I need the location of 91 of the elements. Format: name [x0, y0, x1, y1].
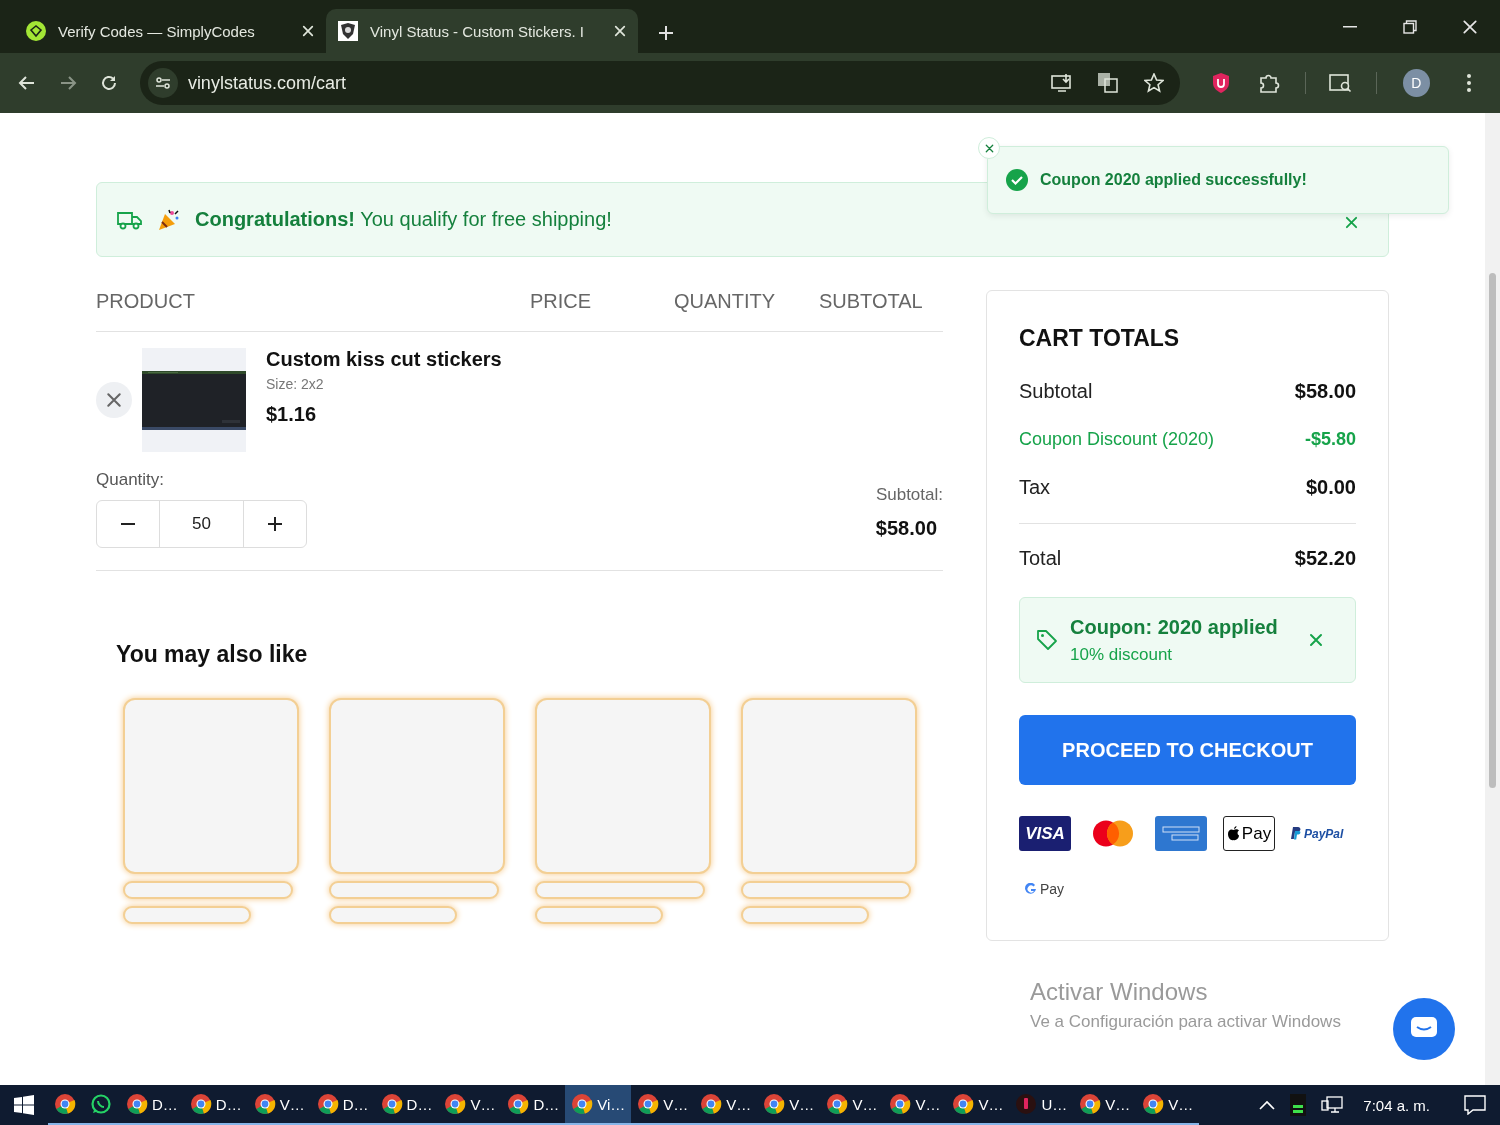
taskbar-app[interactable]: D… [183, 1085, 248, 1125]
taskbar-app[interactable]: V… [438, 1085, 502, 1125]
chrome-icon [571, 1093, 594, 1115]
chrome-icon [1142, 1093, 1165, 1115]
column-header: PRICE [530, 290, 593, 314]
quantity-stepper[interactable]: 50 [96, 500, 307, 548]
product-name: Custom kiss cut stickers [266, 348, 502, 371]
battery-icon[interactable] [1289, 1093, 1308, 1117]
remove-coupon-icon[interactable] [1309, 633, 1323, 648]
column-header: QUANTITY [674, 290, 777, 314]
taskbar-app[interactable]: D… [120, 1085, 184, 1125]
column-header: SUBTOTAL [819, 290, 924, 314]
chrome-icon [889, 1093, 912, 1115]
taskbar-app[interactable]: V… [631, 1085, 695, 1125]
chrome-icon [637, 1093, 660, 1115]
taskbar-app[interactable]: V… [1136, 1085, 1200, 1125]
plus-icon [268, 517, 282, 531]
column-header: PRODUCT [96, 290, 196, 314]
taskbar-app[interactable]: V… [946, 1085, 1010, 1125]
whatsapp-icon [90, 1093, 112, 1115]
scrollbar[interactable] [1485, 113, 1500, 1085]
taskbar-app[interactable]: D… [310, 1085, 375, 1125]
browser-tab[interactable]: Vinyl Status - Custom Stickers. I [326, 9, 638, 53]
chrome-icon [444, 1093, 467, 1115]
remove-button[interactable] [96, 382, 132, 418]
chrome-icon [700, 1093, 723, 1115]
taskbar-app[interactable]: V… [247, 1085, 311, 1125]
chrome-icon [1079, 1093, 1102, 1115]
new-tab-icon[interactable] [658, 25, 674, 41]
total-label: Tax [1019, 475, 1051, 499]
toast-message: Coupon 2020 applied successfully! [1040, 171, 1307, 189]
total-value: $52.20 [1294, 547, 1356, 571]
chevron-up-icon[interactable] [1259, 1100, 1276, 1110]
checkout-button[interactable]: PROCEED TO CHECKOUT [1019, 715, 1356, 785]
tab-title: Vinyl Status - Custom Stickers. I [370, 22, 585, 40]
chrome-icon [380, 1093, 403, 1115]
chrome-icon [826, 1093, 849, 1115]
taskbar-app[interactable]: V… [694, 1085, 758, 1125]
paypal-logo: PayPal [1291, 816, 1347, 851]
subtotal-value: $58.00 [875, 517, 938, 540]
chrome-icon [189, 1093, 212, 1115]
minus-icon [121, 523, 135, 525]
chrome-icon [316, 1093, 339, 1115]
total-value: $58.00 [1294, 380, 1356, 404]
chrome-icon [507, 1093, 530, 1115]
total-value: $0.00 [1305, 475, 1356, 499]
network-icon[interactable] [1321, 1095, 1344, 1115]
site-settings-icon[interactable] [147, 68, 178, 98]
notice-detail: Ve a Configuración para activar Windows [1030, 1012, 1341, 1032]
subtotal-label: Subtotal: [875, 485, 943, 505]
banner-message: Congratulations! You qualify for free shipping! [195, 208, 612, 231]
taskbar-app[interactable]: V… [1073, 1085, 1137, 1125]
taskbar-app[interactable]: V… [883, 1085, 947, 1125]
total-label: Subtotal [1019, 380, 1093, 404]
chrome-icon [952, 1093, 975, 1115]
notice-title: Activar Windows [1030, 978, 1209, 1006]
check-icon [1006, 169, 1028, 191]
tab-title: Verify Codes — SimplyCodes [58, 22, 256, 40]
taskbar-app[interactable]: V… [757, 1085, 821, 1125]
chrome-icon [126, 1093, 148, 1115]
coupon-title: Coupon: 2020 applied [1070, 615, 1279, 639]
visa-logo: VISA [1019, 816, 1071, 851]
chrome-icon [763, 1093, 786, 1115]
section-title: You may also like [116, 641, 309, 668]
coupon-detail: 10% discount [1070, 644, 1174, 665]
google-pay-logo: Pay [1019, 871, 1075, 906]
party-popper-icon [157, 207, 181, 232]
total-label: Coupon Discount (2020) [1019, 428, 1215, 450]
card-title: CART TOTALS [1019, 325, 1181, 352]
total-label: Total [1019, 547, 1062, 571]
product-size: Size: 2x2 [266, 376, 325, 392]
shield-icon [338, 21, 358, 41]
quantity-label: Quantity: [96, 470, 166, 490]
amex-logo [1155, 816, 1207, 851]
close-icon [984, 143, 994, 153]
product-price: $1.16 [266, 403, 318, 426]
apple-pay-logo: Pay [1223, 816, 1275, 851]
notification-icon[interactable] [1464, 1095, 1486, 1115]
close-button[interactable] [978, 137, 1000, 159]
taskbar-app[interactable]: Vi… [565, 1085, 632, 1125]
close-icon [106, 392, 122, 408]
taskbar-app[interactable]: V… [820, 1085, 884, 1125]
chrome-icon [54, 1093, 76, 1115]
total-value: -$5.80 [1304, 428, 1356, 450]
quantity-field[interactable]: 50 [159, 501, 244, 547]
taskbar-app[interactable]: U… [1009, 1085, 1074, 1125]
app-icon [1015, 1093, 1038, 1115]
chrome-icon [253, 1093, 276, 1115]
clock[interactable]: 7:04 a. m. [1363, 1096, 1430, 1114]
browser-tab[interactable]: Verify Codes — SimplyCodes [14, 9, 326, 53]
taskbar-app[interactable]: D… [374, 1085, 439, 1125]
